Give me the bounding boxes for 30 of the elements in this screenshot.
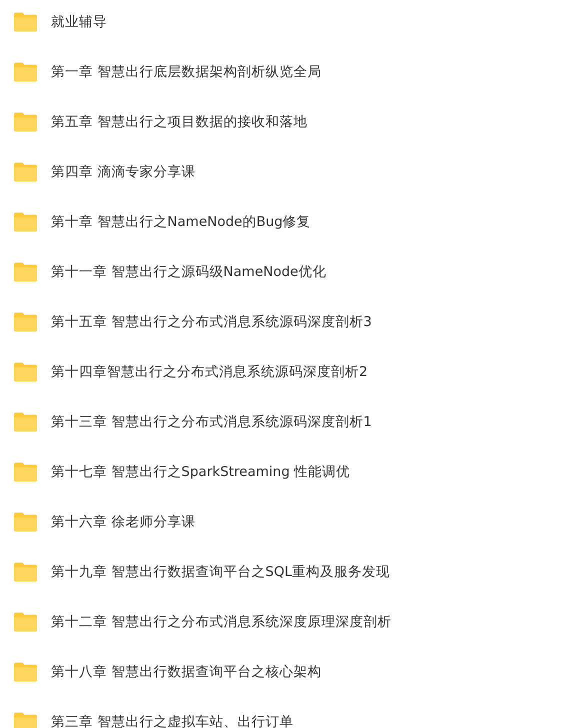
folder-name[interactable]: 就业辅导 — [51, 13, 107, 31]
folder-icon — [13, 12, 38, 32]
folder-icon — [13, 262, 38, 282]
folder-name[interactable]: 第十章 智慧出行之NameNode的Bug修复 — [51, 213, 311, 231]
folder-icon — [13, 512, 38, 532]
folder-name[interactable]: 第一章 智慧出行底层数据架构剖析纵览全局 — [51, 63, 322, 81]
folder-icon — [13, 112, 38, 132]
folder-name[interactable]: 第十八章 智慧出行数据查询平台之核心架构 — [51, 663, 322, 681]
folder-icon — [13, 312, 38, 332]
folder-name[interactable]: 第十七章 智慧出行之SparkStreaming 性能调优 — [51, 463, 350, 481]
folder-name[interactable]: 第十一章 智慧出行之源码级NameNode优化 — [51, 263, 326, 281]
folder-name[interactable]: 第十九章 智慧出行数据查询平台之SQL重构及服务发现 — [51, 563, 390, 581]
folder-name[interactable]: 第五章 智慧出行之项目数据的接收和落地 — [51, 113, 308, 131]
folder-icon — [13, 562, 38, 582]
folder-icon — [13, 362, 38, 382]
folder-icon — [13, 162, 38, 182]
folder-icon — [13, 662, 38, 682]
folder-name[interactable]: 第四章 滴滴专家分享课 — [51, 163, 196, 181]
folder-name[interactable]: 第十三章 智慧出行之分布式消息系统源码深度剖析1 — [51, 413, 372, 431]
folder-name[interactable]: 第十四章智慧出行之分布式消息系统源码深度剖析2 — [51, 363, 368, 381]
folder-icon — [13, 712, 38, 728]
folder-icon — [13, 212, 38, 232]
folder-name[interactable]: 第十二章 智慧出行之分布式消息系统深度原理深度剖析 — [51, 613, 392, 631]
folder-icon — [13, 62, 38, 82]
folder-icon — [13, 462, 38, 482]
folder-name[interactable]: 第三章 智慧出行之虚拟车站、出行订单 — [51, 713, 294, 728]
folder-icon — [13, 412, 38, 432]
folder-name[interactable]: 第十六章 徐老师分享课 — [51, 513, 196, 531]
folder-name[interactable]: 第十五章 智慧出行之分布式消息系统源码深度剖析3 — [51, 313, 372, 331]
folder-icon — [13, 612, 38, 632]
